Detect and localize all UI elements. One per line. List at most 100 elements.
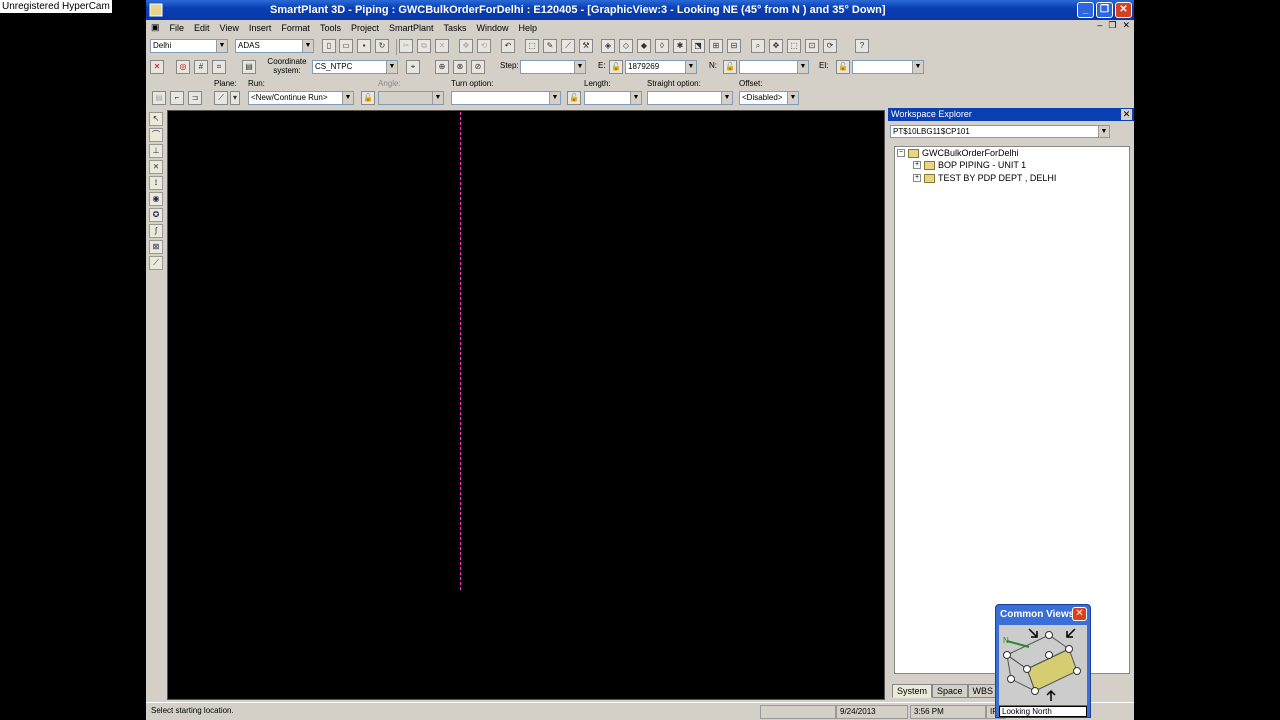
route-pipe-icon[interactable]: ⌒ [149, 128, 163, 142]
view5-icon[interactable]: ✱ [673, 39, 687, 53]
menu-tasks[interactable]: Tasks [439, 23, 472, 33]
route-icon[interactable]: ⌐ [170, 91, 184, 105]
view4-icon[interactable]: ◊ [655, 39, 669, 53]
view6-icon[interactable]: ⬔ [691, 39, 705, 53]
menu-view[interactable]: View [215, 23, 244, 33]
zoom-icon[interactable]: ⌕ [751, 39, 765, 53]
location-combo[interactable]: Delhi ▼ [150, 39, 228, 53]
lock-n-icon[interactable]: 🔓 [723, 60, 737, 74]
dropdown-arrow-icon[interactable]: ▼ [797, 61, 808, 73]
collapse-icon[interactable]: − [897, 149, 905, 157]
connect-icon[interactable]: ⟟ [149, 176, 163, 190]
route2-icon[interactable]: ⊐ [188, 91, 202, 105]
angle-combo[interactable]: ▼ [378, 91, 444, 105]
coord-tool-icon[interactable]: ⌖ [406, 60, 420, 74]
insert-feature-icon[interactable]: ✪ [149, 208, 163, 222]
tab-space[interactable]: Space [932, 684, 968, 698]
angle-lock-icon[interactable]: 🔓 [361, 91, 375, 105]
plane-dropdown-icon[interactable]: ▾ [230, 91, 240, 105]
turn-option-combo[interactable]: ▼ [451, 91, 561, 105]
plane-icon[interactable]: ⟋ [214, 91, 228, 105]
step-combo[interactable]: ▼ [520, 60, 586, 74]
select-icon[interactable]: ⬚ [525, 39, 539, 53]
insert-component-icon[interactable]: ⊥ [149, 144, 163, 158]
minimize-button[interactable]: _ [1077, 2, 1094, 18]
dropdown-arrow-icon[interactable]: ▼ [216, 40, 227, 52]
document-icon[interactable]: ▣ [146, 22, 165, 33]
menu-project[interactable]: Project [346, 23, 384, 33]
delete-icon[interactable]: ✕ [435, 39, 449, 53]
n-coordinate-field[interactable]: ▼ [739, 60, 809, 74]
menu-format[interactable]: Format [276, 23, 315, 33]
mdi-close-icon[interactable]: ✕ [1122, 20, 1130, 31]
orbit-icon[interactable]: ⟳ [823, 39, 837, 53]
tab-system[interactable]: System [892, 684, 933, 698]
fit-icon[interactable]: ⊡ [805, 39, 819, 53]
refresh-icon[interactable]: ↻ [375, 39, 389, 53]
help-icon[interactable]: ? [855, 39, 869, 53]
maximize-button[interactable]: ❐ [1096, 2, 1113, 18]
select-arrow-icon[interactable]: ↖ [149, 112, 163, 126]
open-icon[interactable]: ▭ [339, 39, 353, 53]
common-views-close-icon[interactable]: ✕ [1072, 607, 1087, 621]
user-combo[interactable]: ADAS ▼ [235, 39, 314, 53]
undo-icon[interactable]: ↶ [501, 39, 515, 53]
view-icon[interactable]: ◈ [601, 39, 615, 53]
rel-icon[interactable]: ⊕ [435, 60, 449, 74]
sloped-pipe-icon[interactable]: ⟋ [149, 256, 163, 270]
view3-icon[interactable]: ◆ [637, 39, 651, 53]
tree-root[interactable]: − GWCBulkOrderForDelhi [897, 148, 1019, 158]
tree-item[interactable]: + TEST BY PDP DEPT , DELHI [913, 173, 1056, 183]
measure-icon[interactable]: ⟋ [561, 39, 575, 53]
copy-icon[interactable]: ⧉ [417, 39, 431, 53]
lock-e-icon[interactable]: 🔓 [609, 60, 623, 74]
rotate-icon[interactable]: ⟲ [477, 39, 491, 53]
pan-icon[interactable]: ✥ [769, 39, 783, 53]
view8-icon[interactable]: ⊟ [727, 39, 741, 53]
length-field[interactable]: ▼ [584, 91, 642, 105]
dropdown-arrow-icon[interactable]: ▼ [721, 92, 732, 104]
rel2-icon[interactable]: ⊗ [453, 60, 467, 74]
run-combo[interactable]: <New/Continue Run> ▼ [248, 91, 354, 105]
pinpoint-icon[interactable]: ◎ [176, 60, 190, 74]
menu-window[interactable]: Window [472, 23, 514, 33]
menu-file[interactable]: File [165, 23, 190, 33]
coordinate-system-combo[interactable]: CS_NTPC ▼ [312, 60, 398, 74]
e-coordinate-field[interactable]: 1879269 ▼ [625, 60, 697, 74]
length-lock-icon[interactable]: 🔓 [567, 91, 581, 105]
dropdown-arrow-icon[interactable]: ▼ [386, 61, 397, 73]
zoom-area-icon[interactable]: ⬚ [787, 39, 801, 53]
workspace-close-icon[interactable]: ✕ [1121, 109, 1132, 120]
cut-icon[interactable]: ✂ [399, 39, 413, 53]
offset-combo[interactable]: <Disabled> ▼ [739, 91, 799, 105]
dropdown-arrow-icon[interactable]: ▼ [574, 61, 585, 73]
graphic-view[interactable] [167, 110, 885, 700]
expand-icon[interactable]: + [913, 161, 921, 169]
lock-el-icon[interactable]: 🔓 [836, 60, 850, 74]
insert-support-icon[interactable]: ⊠ [149, 240, 163, 254]
dropdown-arrow-icon[interactable]: ▼ [1098, 126, 1109, 137]
menu-smartplant[interactable]: SmartPlant [384, 23, 439, 33]
expand-icon[interactable]: + [913, 174, 921, 182]
grid-icon[interactable]: ⌗ [212, 60, 226, 74]
mdi-minimize-icon[interactable]: – [1097, 20, 1102, 31]
save-icon[interactable]: ▪ [357, 39, 371, 53]
insert-split-icon[interactable]: ⨯ [149, 160, 163, 174]
edit-icon[interactable]: ✎ [543, 39, 557, 53]
coord-icon[interactable]: ▤ [242, 60, 256, 74]
dropdown-arrow-icon[interactable]: ▼ [630, 92, 641, 104]
workspace-filter-combo[interactable]: PT$10LBG11$CP101 ▼ [890, 125, 1110, 138]
view2-icon[interactable]: ◇ [619, 39, 633, 53]
cancel-icon[interactable]: ✕ [150, 60, 164, 74]
tool-icon[interactable]: ⚒ [579, 39, 593, 53]
spool-icon[interactable]: ʃ [149, 224, 163, 238]
menu-help[interactable]: Help [514, 23, 543, 33]
view-cube[interactable]: N [999, 625, 1087, 705]
dropdown-arrow-icon[interactable]: ▼ [302, 40, 313, 52]
menu-tools[interactable]: Tools [315, 23, 346, 33]
dropdown-arrow-icon[interactable]: ▼ [342, 92, 353, 104]
menu-insert[interactable]: Insert [244, 23, 277, 33]
new-icon[interactable]: ▯ [322, 39, 336, 53]
dropdown-arrow-icon[interactable]: ▼ [549, 92, 560, 104]
view7-icon[interactable]: ⊞ [709, 39, 723, 53]
